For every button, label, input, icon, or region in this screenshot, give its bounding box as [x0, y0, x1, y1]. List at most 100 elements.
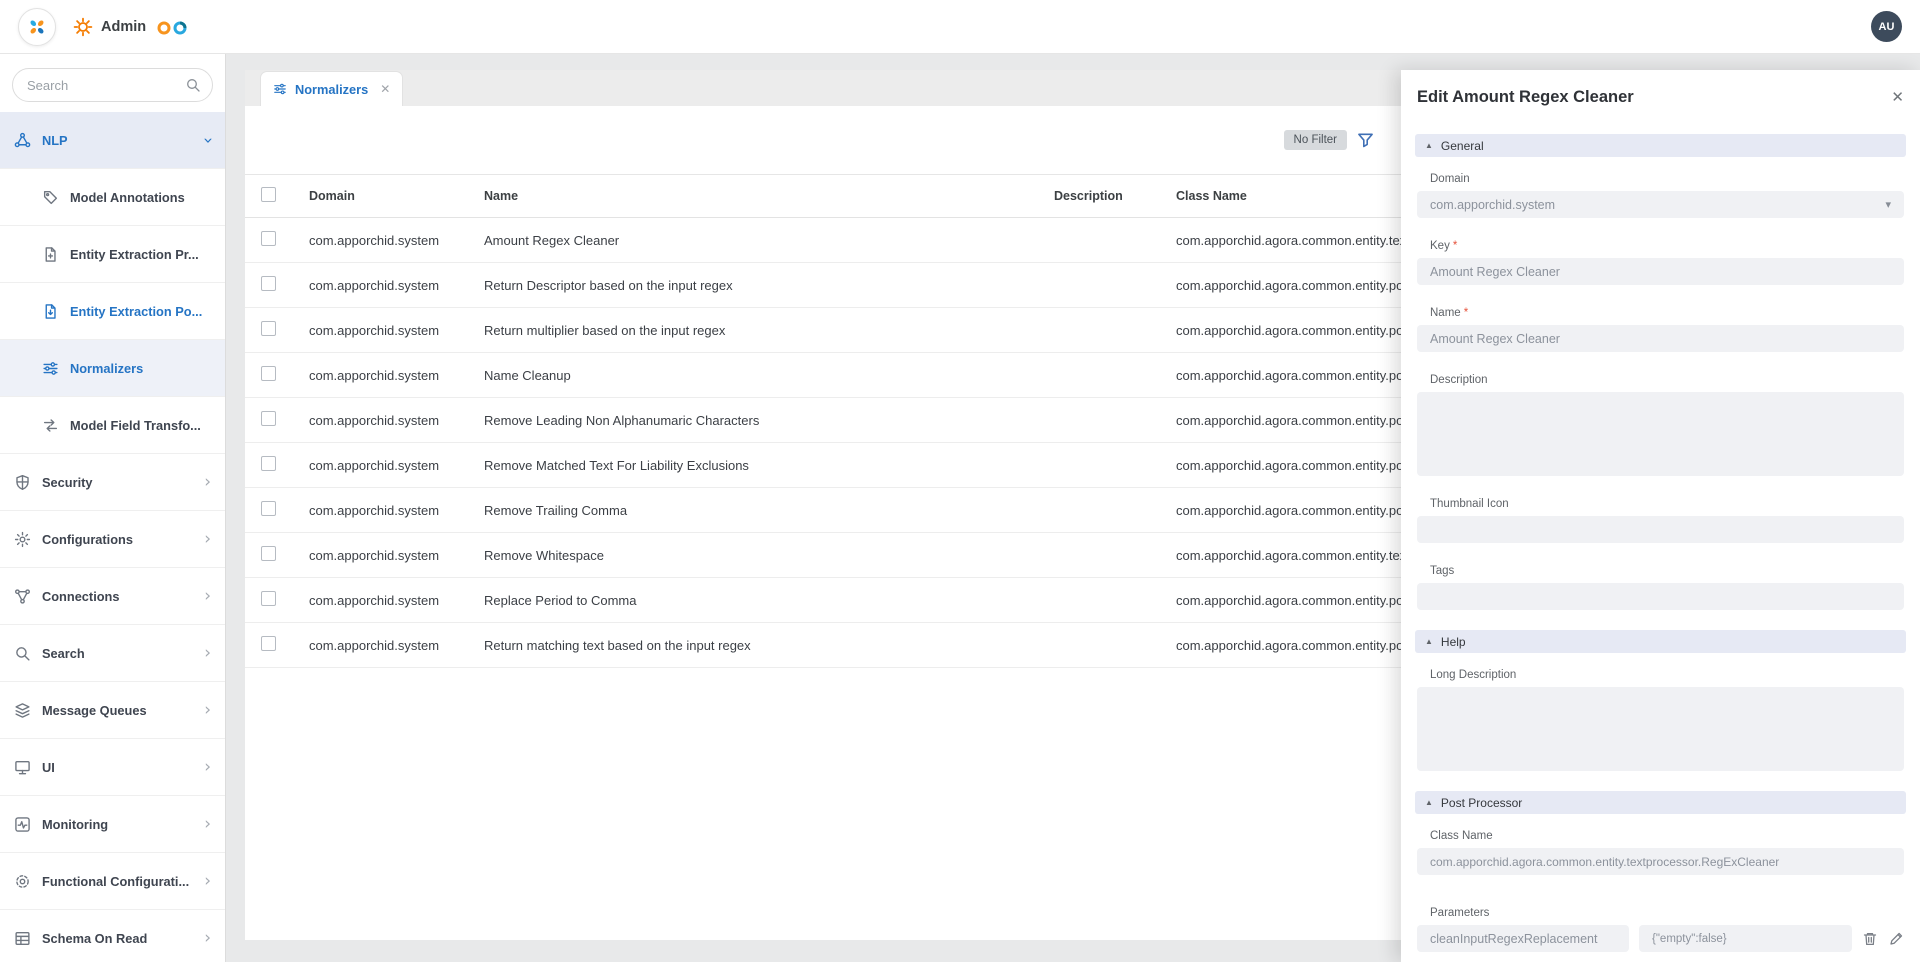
- key-field[interactable]: [1417, 258, 1904, 285]
- sidebar-item-entity-extraction-po[interactable]: Entity Extraction Po...: [0, 283, 225, 340]
- monitoring-icon: [14, 816, 31, 833]
- row-checkbox[interactable]: [261, 636, 276, 651]
- sidebar-item-label: Message Queues: [42, 703, 147, 718]
- sidebar-item-label: Search: [42, 646, 85, 661]
- sidebar-item-ui[interactable]: UI›: [0, 739, 225, 796]
- sidebar-item-model-annotations[interactable]: Model Annotations: [0, 169, 225, 226]
- collapse-caret-icon: ▲: [1425, 798, 1433, 807]
- sidebar-item-label: NLP: [42, 133, 68, 148]
- chevron-right-icon: ›: [204, 759, 211, 776]
- message-queues-icon: [14, 702, 31, 719]
- row-checkbox[interactable]: [261, 321, 276, 336]
- thumbnail-icon-label: Thumbnail Icon: [1430, 498, 1904, 510]
- column-header-name: Name: [484, 189, 1054, 203]
- top-bar: Admin AU: [0, 0, 1920, 54]
- long-description-label: Long Description: [1430, 669, 1904, 681]
- select-all-checkbox[interactable]: [261, 187, 276, 202]
- description-field[interactable]: [1417, 392, 1904, 476]
- app-logo-button[interactable]: [18, 8, 56, 46]
- description-label: Description: [1430, 374, 1904, 386]
- search-input[interactable]: [12, 68, 213, 102]
- cell-name: Return multiplier based on the input reg…: [484, 323, 1054, 338]
- admin-gear-icon[interactable]: [72, 16, 94, 38]
- cell-domain: com.apporchid.system: [309, 548, 484, 563]
- cell-domain: com.apporchid.system: [309, 413, 484, 428]
- cell-name: Return matching text based on the input …: [484, 638, 1054, 653]
- row-checkbox[interactable]: [261, 591, 276, 606]
- sidebar-item-label: Entity Extraction Po...: [70, 304, 202, 319]
- sidebar-item-label: Normalizers: [70, 361, 143, 376]
- row-checkbox[interactable]: [261, 501, 276, 516]
- normalizers-icon: [42, 360, 59, 377]
- edit-parameter-icon[interactable]: [1888, 931, 1904, 947]
- delete-parameter-icon[interactable]: [1862, 931, 1878, 947]
- entity-extraction-post-icon: [42, 303, 59, 320]
- sidebar-menu: NLP › Model Annotations Entity Extraction P…: [0, 112, 225, 962]
- cell-name: Remove Leading Non Alphanumaric Characte…: [484, 413, 1054, 428]
- user-avatar[interactable]: AU: [1871, 11, 1902, 42]
- long-description-field[interactable]: [1417, 687, 1904, 771]
- sidebar-item-label: Schema On Read: [42, 931, 147, 946]
- cell-name: Remove Trailing Comma: [484, 503, 1054, 518]
- sidebar-item-functional-configurati[interactable]: Functional Configurati...›: [0, 853, 225, 910]
- thumbnail-icon-field[interactable]: [1417, 516, 1904, 543]
- sidebar-item-monitoring[interactable]: Monitoring›: [0, 796, 225, 853]
- sidebar-item-search[interactable]: Search›: [0, 625, 225, 682]
- security-icon: [14, 474, 31, 491]
- sidebar-item-entity-extraction-pr[interactable]: Entity Extraction Pr...: [0, 226, 225, 283]
- chevron-down-icon: ▾: [1885, 198, 1891, 211]
- model-annotations-icon: [42, 189, 59, 206]
- row-checkbox[interactable]: [261, 411, 276, 426]
- row-checkbox[interactable]: [261, 231, 276, 246]
- close-icon[interactable]: ✕: [1891, 88, 1904, 106]
- sidebar-item-configurations[interactable]: Configurations›: [0, 511, 225, 568]
- sidebar-item-security[interactable]: Security›: [0, 454, 225, 511]
- drawer-header: Edit Amount Regex Cleaner ✕: [1401, 70, 1920, 114]
- sidebar-item-nlp[interactable]: NLP ›: [0, 112, 225, 169]
- tab-normalizers[interactable]: Normalizers ✕: [260, 71, 403, 106]
- normalizers-icon: [273, 82, 287, 96]
- parameter-value-field[interactable]: [1639, 925, 1852, 952]
- section-general[interactable]: ▲ General: [1415, 134, 1906, 157]
- tags-label: Tags: [1430, 565, 1904, 577]
- sidebar-item-connections[interactable]: Connections›: [0, 568, 225, 625]
- section-label: General: [1441, 139, 1484, 153]
- no-filter-button[interactable]: No Filter: [1284, 130, 1347, 150]
- search-icon: [14, 645, 31, 662]
- apporchid-logo-icon: [156, 18, 192, 36]
- sidebar-item-schema-on-read[interactable]: Schema On Read›: [0, 910, 225, 962]
- chevron-right-icon: ›: [204, 531, 211, 548]
- chevron-right-icon: ›: [204, 873, 211, 890]
- section-post-processor[interactable]: ▲ Post Processor: [1415, 791, 1906, 814]
- parameter-row: [1417, 925, 1904, 952]
- sidebar-item-message-queues[interactable]: Message Queues›: [0, 682, 225, 739]
- row-checkbox[interactable]: [261, 366, 276, 381]
- chevron-down-icon: ›: [199, 137, 216, 144]
- chevron-right-icon: ›: [204, 816, 211, 833]
- column-header-description: Description: [1054, 189, 1176, 203]
- pinwheel-logo-icon: [27, 17, 47, 37]
- row-checkbox[interactable]: [261, 276, 276, 291]
- collapse-caret-icon: ▲: [1425, 141, 1433, 150]
- sidebar: NLP › Model Annotations Entity Extraction P…: [0, 54, 226, 962]
- parameter-key-field[interactable]: [1417, 925, 1629, 952]
- row-checkbox[interactable]: [261, 546, 276, 561]
- row-checkbox[interactable]: [261, 456, 276, 471]
- sidebar-item-normalizers[interactable]: Normalizers: [0, 340, 225, 397]
- cell-name: Name Cleanup: [484, 368, 1054, 383]
- class-name-field[interactable]: [1417, 848, 1904, 875]
- chevron-right-icon: ›: [204, 474, 211, 491]
- sidebar-item-model-field-transfo[interactable]: Model Field Transfo...: [0, 397, 225, 454]
- schema-on-read-icon: [14, 930, 31, 947]
- sidebar-item-label: Entity Extraction Pr...: [70, 247, 199, 262]
- domain-value: com.apporchid.system: [1430, 198, 1555, 212]
- functional-configurations-icon: [14, 873, 31, 890]
- domain-select[interactable]: com.apporchid.system ▾: [1417, 191, 1904, 218]
- tags-field[interactable]: [1417, 583, 1904, 610]
- parameters-label: Parameters: [1430, 907, 1904, 919]
- filter-icon[interactable]: [1357, 132, 1374, 149]
- chevron-right-icon: ›: [204, 588, 211, 605]
- tab-close-icon[interactable]: ✕: [380, 82, 390, 96]
- name-field[interactable]: [1417, 325, 1904, 352]
- section-help[interactable]: ▲ Help: [1415, 630, 1906, 653]
